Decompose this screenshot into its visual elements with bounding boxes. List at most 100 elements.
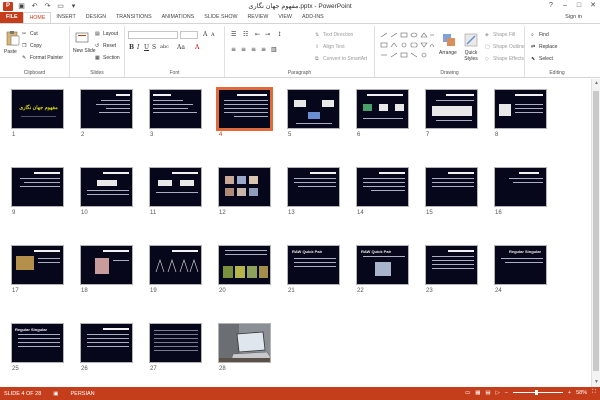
save-icon[interactable]: ▣	[17, 2, 26, 11]
slide-thumbnail-5[interactable]	[287, 89, 340, 129]
reset-button[interactable]: ↺ Reset	[95, 43, 116, 49]
font-size-field[interactable]	[180, 31, 198, 39]
slide-thumbnail-4[interactable]	[216, 87, 273, 131]
undo-icon[interactable]: ↶	[30, 2, 39, 11]
slide-thumbnail-28[interactable]	[218, 323, 271, 363]
shadow-button[interactable]: abc	[160, 44, 169, 50]
customize-qat-icon[interactable]: ▾	[69, 2, 78, 11]
justify-icon[interactable]: ≡	[261, 46, 266, 53]
cut-button[interactable]: ✂ Cut	[22, 31, 38, 37]
new-slide-button[interactable]: New Slide	[73, 48, 96, 54]
tab-animations[interactable]: ANIMATIONS	[157, 12, 200, 23]
tab-home[interactable]: HOME	[23, 12, 52, 23]
font-color-icon[interactable]: A	[195, 44, 199, 51]
slide-thumbnail-23[interactable]	[425, 245, 478, 285]
section-button[interactable]: ▦ Section	[95, 55, 120, 61]
slide-thumbnail-25[interactable]: Regular Singular	[11, 323, 64, 363]
minimize-button[interactable]: –	[558, 0, 572, 12]
slideshow-view-icon[interactable]: ▷	[496, 390, 500, 396]
slide-thumbnail-1[interactable]: مفهوم جهان نگاری	[11, 89, 64, 129]
text-direction-button[interactable]: ⇅ Text Direction	[315, 32, 353, 38]
start-slideshow-icon[interactable]: ▭	[56, 2, 65, 11]
slide-thumbnail-16[interactable]	[494, 167, 547, 207]
reading-view-icon[interactable]: ▤	[485, 390, 490, 396]
layout-button[interactable]: ▤ Layout	[95, 31, 118, 37]
tab-insert[interactable]: INSERT	[51, 12, 80, 23]
find-button[interactable]: ⌕ Find	[531, 32, 549, 38]
fit-to-window-icon[interactable]: ⛶	[592, 389, 596, 396]
format-painter-button[interactable]: ✎ Format Painter	[22, 55, 63, 61]
align-center-icon[interactable]: ≡	[241, 46, 246, 53]
scroll-up-arrow-icon[interactable]: ▲	[593, 80, 600, 87]
slide-thumbnail-18[interactable]	[80, 245, 133, 285]
redo-icon[interactable]: ↷	[43, 2, 52, 11]
slide-thumbnail-14[interactable]	[356, 167, 409, 207]
slide-thumbnail-21[interactable]: RAW Quick Pair	[287, 245, 340, 285]
language-status[interactable]: PERSIAN	[71, 391, 95, 397]
slide-thumbnail-9[interactable]	[11, 167, 64, 207]
align-right-icon[interactable]: ≡	[251, 46, 256, 53]
scroll-down-arrow-icon[interactable]: ▼	[593, 379, 600, 386]
shapes-gallery[interactable]	[379, 31, 435, 61]
select-button[interactable]: ⬉ Select	[531, 56, 553, 62]
arrange-button[interactable]: Arrange	[439, 50, 457, 56]
normal-view-icon[interactable]: ▭	[465, 390, 470, 396]
slide-thumbnail-8[interactable]	[494, 89, 547, 129]
slide-thumbnail-20[interactable]	[218, 245, 271, 285]
vertical-scrollbar[interactable]: ▲ ▼	[591, 79, 600, 387]
paste-button[interactable]: Paste	[4, 49, 17, 55]
new-slide-icon[interactable]	[74, 30, 90, 46]
copy-button[interactable]: ❐ Copy	[22, 43, 42, 49]
zoom-slider[interactable]	[512, 390, 563, 395]
help-button[interactable]: ?	[544, 0, 558, 12]
tab-transitions[interactable]: TRANSITIONS	[111, 12, 157, 23]
convert-smartart-button[interactable]: ⧉ Convert to SmartArt	[315, 56, 367, 62]
shrink-font-icon[interactable]: A	[211, 32, 215, 38]
tab-design[interactable]: DESIGN	[81, 12, 111, 23]
slide-thumbnail-24[interactable]: Regular Singular	[494, 245, 547, 285]
zoom-in-button[interactable]: +	[568, 390, 571, 396]
slide-thumbnail-12[interactable]	[218, 167, 271, 207]
italic-button[interactable]: I	[137, 44, 139, 51]
zoom-out-button[interactable]: –	[505, 390, 508, 396]
slide-thumbnail-7[interactable]	[425, 89, 478, 129]
tab-slide-show[interactable]: SLIDE SHOW	[199, 12, 242, 23]
align-left-icon[interactable]: ≡	[231, 46, 236, 53]
font-name-field[interactable]	[128, 31, 178, 39]
slide-thumbnail-22[interactable]: RAW Quick Pair	[356, 245, 409, 285]
slide-thumbnail-2[interactable]	[80, 89, 133, 129]
slide-thumbnail-10[interactable]	[80, 167, 133, 207]
quick-styles-button[interactable]: Quick Styles	[461, 50, 481, 62]
shape-outline-button[interactable]: ▢ Shape Outline	[485, 44, 525, 50]
close-button[interactable]: ✕	[586, 0, 600, 12]
zoom-level[interactable]: 58%	[576, 390, 587, 396]
tab-review[interactable]: REVIEW	[242, 12, 273, 23]
bold-button[interactable]: B	[129, 44, 134, 51]
sign-in-link[interactable]: Sign in	[565, 14, 582, 20]
slide-thumbnail-27[interactable]	[149, 323, 202, 363]
slide-thumbnail-6[interactable]	[356, 89, 409, 129]
tab-add-ins[interactable]: ADD-INS	[297, 12, 329, 23]
columns-icon[interactable]: ▥	[271, 46, 277, 53]
slide-thumbnail-3[interactable]	[149, 89, 202, 129]
slide-thumbnail-13[interactable]	[287, 167, 340, 207]
underline-button[interactable]: U	[144, 44, 149, 51]
align-text-button[interactable]: ⇳ Align Text	[315, 44, 345, 50]
numbering-icon[interactable]: ☷	[243, 31, 248, 38]
quick-styles-icon[interactable]	[463, 32, 479, 48]
bullets-icon[interactable]: ☰	[231, 31, 236, 38]
tab-view[interactable]: VIEW	[273, 12, 297, 23]
slide-sorter-view-icon[interactable]: ▦	[475, 390, 480, 396]
grow-font-icon[interactable]: A	[203, 31, 207, 38]
zoom-slider-knob[interactable]	[534, 390, 538, 395]
shape-fill-button[interactable]: ◈ Shape Fill	[485, 32, 515, 38]
change-case-button[interactable]: Aa	[177, 44, 185, 51]
strikethrough-button[interactable]: S	[152, 44, 156, 51]
increase-indent-icon[interactable]: ⇥	[265, 31, 270, 38]
scrollbar-thumb[interactable]	[593, 91, 599, 371]
proofing-icon[interactable]: ▣	[53, 391, 58, 397]
paste-icon[interactable]	[5, 30, 21, 46]
slide-thumbnail-15[interactable]	[425, 167, 478, 207]
slide-thumbnail-17[interactable]	[11, 245, 64, 285]
maximize-button[interactable]: □	[572, 0, 586, 12]
